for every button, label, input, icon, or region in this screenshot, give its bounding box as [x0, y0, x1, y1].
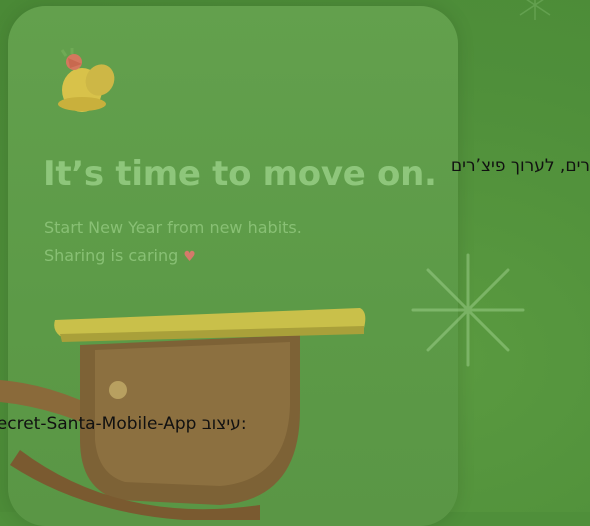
subtitle-text: Sharing is caring	[44, 246, 179, 265]
overlay-caption-top: רים, לערוך פיצ’רים	[450, 156, 590, 176]
credit-prefix: עיצוב:	[201, 414, 247, 434]
star-sparkle-icon	[519, 0, 551, 20]
bell-icon	[58, 48, 115, 112]
sled-illustration	[0, 308, 366, 520]
page-title: It’s time to move on.	[43, 154, 437, 194]
subtitle-line-2: Sharing is caring ♥	[44, 246, 196, 265]
overlay-caption-credit: Secret-Santa-Mobile-App עיצוב:	[0, 414, 247, 434]
star-sparkle-icon	[411, 253, 525, 367]
heart-icon: ♥	[183, 249, 196, 265]
subtitle-line-1: Start New Year from new habits.	[44, 218, 302, 237]
credit-name: Secret-Santa-Mobile-App	[0, 414, 197, 434]
